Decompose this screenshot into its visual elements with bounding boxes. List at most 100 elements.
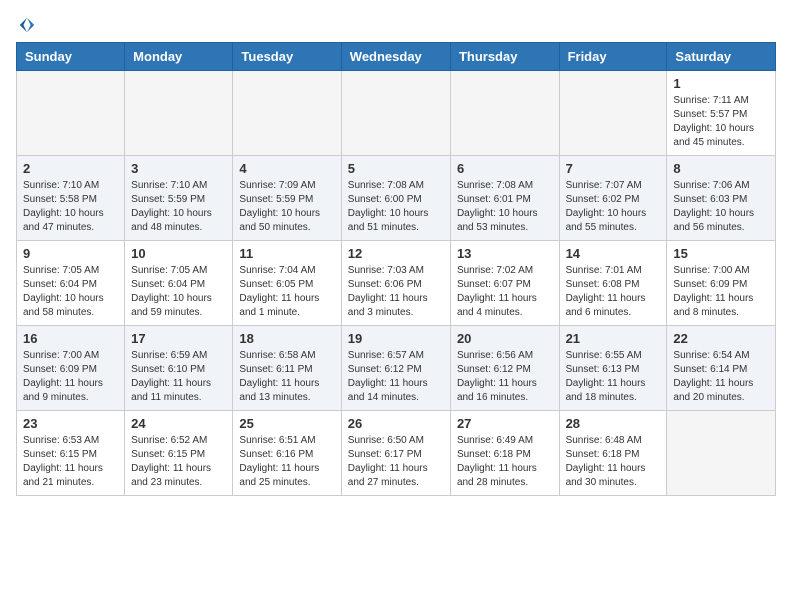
calendar-cell: 13 Sunrise: 7:02 AM Sunset: 6:07 PM Dayli…: [450, 241, 559, 326]
day-number: 5: [348, 161, 444, 176]
day-number: 26: [348, 416, 444, 431]
calendar-week-row: 16 Sunrise: 7:00 AM Sunset: 6:09 PM Dayli…: [17, 326, 776, 411]
day-number: 14: [566, 246, 661, 261]
day-info: Sunrise: 6:50 AM Sunset: 6:17 PM Dayligh…: [348, 434, 444, 490]
calendar-cell: 25 Sunrise: 6:51 AM Sunset: 6:16 PM Dayli…: [233, 411, 341, 496]
calendar-cell: [559, 71, 667, 156]
day-info: Sunrise: 7:10 AM Sunset: 5:58 PM Dayligh…: [23, 179, 118, 235]
day-info: Sunrise: 6:57 AM Sunset: 6:12 PM Dayligh…: [348, 349, 444, 405]
day-number: 10: [131, 246, 226, 261]
calendar-cell: 28 Sunrise: 6:48 AM Sunset: 6:18 PM Dayli…: [559, 411, 667, 496]
calendar-cell: 22 Sunrise: 6:54 AM Sunset: 6:14 PM Dayli…: [667, 326, 776, 411]
day-number: 3: [131, 161, 226, 176]
calendar-cell: 16 Sunrise: 7:00 AM Sunset: 6:09 PM Dayli…: [17, 326, 125, 411]
header-friday: Friday: [559, 43, 667, 71]
day-info: Sunrise: 6:55 AM Sunset: 6:13 PM Dayligh…: [566, 349, 661, 405]
day-number: 6: [457, 161, 553, 176]
day-info: Sunrise: 7:05 AM Sunset: 6:04 PM Dayligh…: [23, 264, 118, 320]
day-number: 28: [566, 416, 661, 431]
day-number: 24: [131, 416, 226, 431]
day-number: 19: [348, 331, 444, 346]
calendar-cell: 15 Sunrise: 7:00 AM Sunset: 6:09 PM Dayli…: [667, 241, 776, 326]
day-number: 1: [673, 76, 769, 91]
calendar-header-row: SundayMondayTuesdayWednesdayThursdayFrid…: [17, 43, 776, 71]
day-number: 23: [23, 416, 118, 431]
day-number: 7: [566, 161, 661, 176]
day-info: Sunrise: 7:00 AM Sunset: 6:09 PM Dayligh…: [673, 264, 769, 320]
calendar-cell: 3 Sunrise: 7:10 AM Sunset: 5:59 PM Daylig…: [125, 156, 233, 241]
day-number: 12: [348, 246, 444, 261]
day-info: Sunrise: 6:56 AM Sunset: 6:12 PM Dayligh…: [457, 349, 553, 405]
calendar-cell: 12Sunrise: 7:03 AM Sunset: 6:06 PM Dayli…: [341, 241, 450, 326]
calendar-table: SundayMondayTuesdayWednesdayThursdayFrid…: [16, 42, 776, 496]
calendar-cell: 20 Sunrise: 6:56 AM Sunset: 6:12 PM Dayli…: [450, 326, 559, 411]
day-number: 2: [23, 161, 118, 176]
header-tuesday: Tuesday: [233, 43, 341, 71]
day-number: 20: [457, 331, 553, 346]
day-info: Sunrise: 7:07 AM Sunset: 6:02 PM Dayligh…: [566, 179, 661, 235]
calendar-cell: 23 Sunrise: 6:53 AM Sunset: 6:15 PM Dayli…: [17, 411, 125, 496]
calendar-cell: 11 Sunrise: 7:04 AM Sunset: 6:05 PM Dayli…: [233, 241, 341, 326]
calendar-cell: [233, 71, 341, 156]
day-info: Sunrise: 7:11 AM Sunset: 5:57 PM Dayligh…: [673, 94, 769, 150]
calendar-cell: [125, 71, 233, 156]
day-info: Sunrise: 7:09 AM Sunset: 5:59 PM Dayligh…: [239, 179, 334, 235]
day-number: 25: [239, 416, 334, 431]
day-info: Sunrise: 7:02 AM Sunset: 6:07 PM Dayligh…: [457, 264, 553, 320]
day-number: 13: [457, 246, 553, 261]
calendar-cell: 17 Sunrise: 6:59 AM Sunset: 6:10 PM Dayli…: [125, 326, 233, 411]
calendar-cell: 9Sunrise: 7:05 AM Sunset: 6:04 PM Daylig…: [17, 241, 125, 326]
day-info: Sunrise: 6:54 AM Sunset: 6:14 PM Dayligh…: [673, 349, 769, 405]
day-info: Sunrise: 6:49 AM Sunset: 6:18 PM Dayligh…: [457, 434, 553, 490]
day-info: Sunrise: 7:06 AM Sunset: 6:03 PM Dayligh…: [673, 179, 769, 235]
day-number: 27: [457, 416, 553, 431]
calendar-week-row: 1 Sunrise: 7:11 AM Sunset: 5:57 PM Daylig…: [17, 71, 776, 156]
calendar-week-row: 23 Sunrise: 6:53 AM Sunset: 6:15 PM Dayli…: [17, 411, 776, 496]
day-number: 22: [673, 331, 769, 346]
day-number: 18: [239, 331, 334, 346]
day-number: 4: [239, 161, 334, 176]
calendar-cell: 14 Sunrise: 7:01 AM Sunset: 6:08 PM Dayli…: [559, 241, 667, 326]
day-info: Sunrise: 6:59 AM Sunset: 6:10 PM Dayligh…: [131, 349, 226, 405]
calendar-cell: 5Sunrise: 7:08 AM Sunset: 6:00 PM Daylig…: [341, 156, 450, 241]
header-wednesday: Wednesday: [341, 43, 450, 71]
day-number: 8: [673, 161, 769, 176]
day-info: Sunrise: 6:51 AM Sunset: 6:16 PM Dayligh…: [239, 434, 334, 490]
day-info: Sunrise: 6:48 AM Sunset: 6:18 PM Dayligh…: [566, 434, 661, 490]
calendar-cell: 2 Sunrise: 7:10 AM Sunset: 5:58 PM Daylig…: [17, 156, 125, 241]
day-number: 17: [131, 331, 226, 346]
logo-icon: [18, 16, 36, 34]
day-info: Sunrise: 6:53 AM Sunset: 6:15 PM Dayligh…: [23, 434, 118, 490]
logo: [16, 16, 36, 34]
calendar-cell: 10 Sunrise: 7:05 AM Sunset: 6:04 PM Dayli…: [125, 241, 233, 326]
calendar-cell: 4 Sunrise: 7:09 AM Sunset: 5:59 PM Daylig…: [233, 156, 341, 241]
day-number: 16: [23, 331, 118, 346]
calendar-cell: [17, 71, 125, 156]
header-sunday: Sunday: [17, 43, 125, 71]
calendar-cell: 19 Sunrise: 6:57 AM Sunset: 6:12 PM Dayli…: [341, 326, 450, 411]
calendar-cell: 8 Sunrise: 7:06 AM Sunset: 6:03 PM Daylig…: [667, 156, 776, 241]
calendar-cell: 26 Sunrise: 6:50 AM Sunset: 6:17 PM Dayli…: [341, 411, 450, 496]
day-number: 15: [673, 246, 769, 261]
calendar-cell: [341, 71, 450, 156]
day-number: 11: [239, 246, 334, 261]
header-monday: Monday: [125, 43, 233, 71]
day-info: Sunrise: 7:01 AM Sunset: 6:08 PM Dayligh…: [566, 264, 661, 320]
page-header: [16, 16, 776, 34]
calendar-cell: 7 Sunrise: 7:07 AM Sunset: 6:02 PM Daylig…: [559, 156, 667, 241]
header-thursday: Thursday: [450, 43, 559, 71]
header-saturday: Saturday: [667, 43, 776, 71]
calendar-week-row: 2 Sunrise: 7:10 AM Sunset: 5:58 PM Daylig…: [17, 156, 776, 241]
calendar-cell: 21Sunrise: 6:55 AM Sunset: 6:13 PM Dayli…: [559, 326, 667, 411]
day-info: Sunrise: 7:04 AM Sunset: 6:05 PM Dayligh…: [239, 264, 334, 320]
day-info: Sunrise: 7:05 AM Sunset: 6:04 PM Dayligh…: [131, 264, 226, 320]
day-info: Sunrise: 7:00 AM Sunset: 6:09 PM Dayligh…: [23, 349, 118, 405]
calendar-cell: [450, 71, 559, 156]
day-info: Sunrise: 6:58 AM Sunset: 6:11 PM Dayligh…: [239, 349, 334, 405]
calendar-cell: 27 Sunrise: 6:49 AM Sunset: 6:18 PM Dayli…: [450, 411, 559, 496]
calendar-cell: 18 Sunrise: 6:58 AM Sunset: 6:11 PM Dayli…: [233, 326, 341, 411]
day-info: Sunrise: 7:10 AM Sunset: 5:59 PM Dayligh…: [131, 179, 226, 235]
calendar-week-row: 9Sunrise: 7:05 AM Sunset: 6:04 PM Daylig…: [17, 241, 776, 326]
calendar-cell: 6 Sunrise: 7:08 AM Sunset: 6:01 PM Daylig…: [450, 156, 559, 241]
day-info: Sunrise: 7:08 AM Sunset: 6:01 PM Dayligh…: [457, 179, 553, 235]
